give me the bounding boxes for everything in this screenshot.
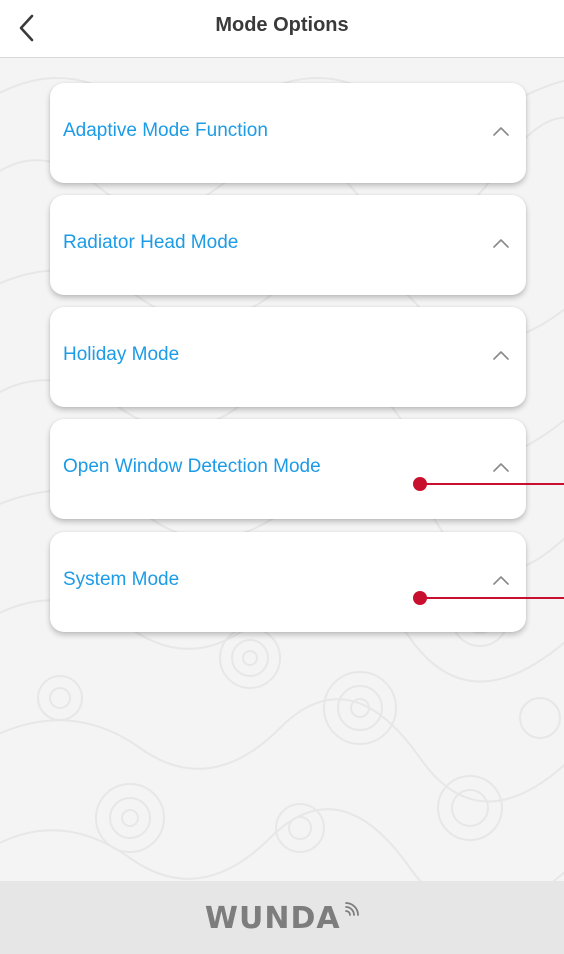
annotation-marker-dot [413,591,427,605]
mode-card-system[interactable]: System Mode [50,532,526,632]
mode-card-open-window[interactable]: Open Window Detection Mode [50,419,526,519]
mode-card-adaptive[interactable]: Adaptive Mode Function [50,83,526,183]
mode-label: Adaptive Mode Function [63,120,268,141]
mode-list-area: Adaptive Mode Function Radiator Head Mod… [0,58,564,881]
mode-label: Open Window Detection Mode [63,456,321,477]
signal-icon [345,902,359,916]
brand-wordmark: WUNDA [204,901,341,936]
chevron-up-icon[interactable] [492,574,510,586]
mode-card-holiday[interactable]: Holiday Mode [50,307,526,407]
mode-label: Holiday Mode [63,344,180,365]
mode-card-radiator-head[interactable]: Radiator Head Mode [50,195,526,295]
top-bar: Mode Options [0,0,564,58]
annotation-marker-line [420,597,564,599]
page-title: Mode Options [215,14,349,36]
mode-label: System Mode [63,569,180,590]
brand-logo: WUNDA [0,901,564,936]
footer-bar: WUNDA [0,881,564,954]
mode-label: Radiator Head Mode [63,232,239,253]
annotation-marker-dot [413,477,427,491]
annotation-marker-line [420,483,564,485]
chevron-up-icon[interactable] [492,461,510,473]
chevron-up-icon[interactable] [492,125,510,137]
chevron-up-icon[interactable] [492,237,510,249]
chevron-up-icon[interactable] [492,349,510,361]
